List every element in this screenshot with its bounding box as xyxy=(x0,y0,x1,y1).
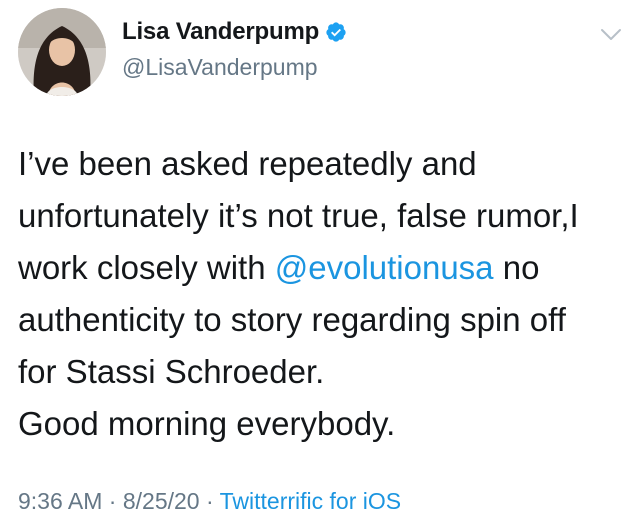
tweet-metadata: 9:36 AM · 8/25/20 · Twitterrific for iOS xyxy=(18,488,401,515)
author-name-row[interactable]: Lisa Vanderpump xyxy=(122,18,347,46)
tweet-text: I’ve been asked repeatedly and unfortuna… xyxy=(18,138,628,450)
tweet-text-segment: no xyxy=(493,249,540,286)
author-handle[interactable]: @LisaVanderpump xyxy=(122,54,318,81)
meta-separator: · xyxy=(199,488,220,514)
verified-badge-icon xyxy=(326,22,346,42)
tweet-text-line: work closely with @evolutionusa no xyxy=(18,242,628,294)
tweet-text-line: authenticity to story regarding spin off xyxy=(18,301,566,338)
tweet-text-line: Good morning everybody. xyxy=(18,405,396,442)
tweet-time[interactable]: 9:36 AM xyxy=(18,488,102,514)
meta-separator: · xyxy=(102,488,123,514)
tweet-text-line: unfortunately it’s not true, false rumor… xyxy=(18,197,579,234)
tweet-date[interactable]: 8/25/20 xyxy=(123,488,200,514)
tweet-text-line: for Stassi Schroeder. xyxy=(18,353,325,390)
tweet-text-segment: work closely with xyxy=(18,249,275,286)
tweet-card: Lisa Vanderpump @LisaVanderpump I’ve bee… xyxy=(0,0,640,523)
tweet-text-line: I’ve been asked repeatedly and xyxy=(18,145,477,182)
author-display-name[interactable]: Lisa Vanderpump xyxy=(122,18,319,46)
author-avatar[interactable] xyxy=(18,8,106,96)
profile-photo-avatar xyxy=(18,8,106,96)
chevron-down-icon[interactable] xyxy=(600,28,622,42)
tweet-source-link[interactable]: Twitterrific for iOS xyxy=(220,488,401,514)
mention-link[interactable]: @evolutionusa xyxy=(275,249,494,286)
